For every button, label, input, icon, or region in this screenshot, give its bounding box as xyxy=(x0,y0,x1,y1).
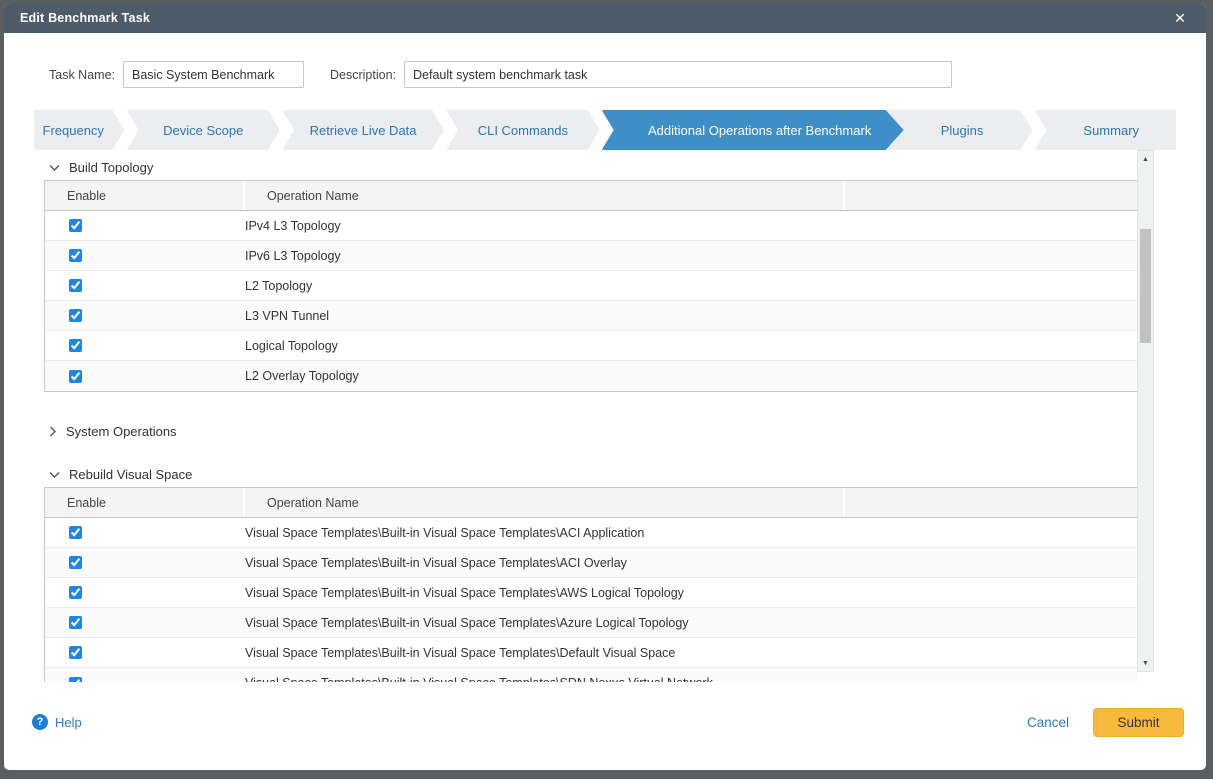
operations-scroll-area: Build Topology Enable Operation Name IPv… xyxy=(4,150,1137,682)
operation-name: IPv6 L3 Topology xyxy=(245,249,845,263)
chevron-down-icon xyxy=(49,471,60,479)
dialog-titlebar: Edit Benchmark Task ✕ xyxy=(4,3,1206,33)
submit-button[interactable]: Submit xyxy=(1093,708,1184,737)
operation-name: L2 Overlay Topology xyxy=(245,369,845,383)
cancel-button[interactable]: Cancel xyxy=(1027,715,1069,730)
enable-checkbox[interactable] xyxy=(69,309,82,322)
table-row: L2 Overlay Topology xyxy=(45,361,1137,391)
table-row: Visual Space Templates\Built-in Visual S… xyxy=(45,518,1137,548)
section-system-operations[interactable]: System Operations xyxy=(49,424,177,439)
enable-checkbox[interactable] xyxy=(69,646,82,659)
close-icon[interactable]: ✕ xyxy=(1170,8,1190,28)
enable-checkbox[interactable] xyxy=(69,586,82,599)
tab-summary[interactable]: Summary xyxy=(1046,110,1176,150)
chevron-separator-icon xyxy=(432,110,458,150)
tab-retrieve-live-data[interactable]: Retrieve Live Data xyxy=(294,110,432,150)
column-header-empty xyxy=(845,488,1137,517)
help-label: Help xyxy=(55,715,82,730)
operation-name: Visual Space Templates\Built-in Visual S… xyxy=(245,616,845,630)
chevron-separator-icon xyxy=(112,110,138,150)
scrollbar-down-arrow-icon[interactable]: ▼ xyxy=(1138,655,1153,671)
task-form-row: Task Name: Description: xyxy=(49,61,1176,88)
table-row: L3 VPN Tunnel xyxy=(45,301,1137,331)
tab-frequency[interactable]: Frequency xyxy=(34,110,112,150)
table-row: IPv6 L3 Topology xyxy=(45,241,1137,271)
chevron-separator-icon xyxy=(268,110,294,150)
tab-cli-commands[interactable]: CLI Commands xyxy=(458,110,588,150)
table-row: Visual Space Templates\Built-in Visual S… xyxy=(45,548,1137,578)
chevron-right-icon xyxy=(49,426,57,437)
enable-checkbox[interactable] xyxy=(69,339,82,352)
edit-benchmark-task-dialog: Edit Benchmark Task ✕ Task Name: Descrip… xyxy=(4,3,1206,770)
table-row: L2 Topology xyxy=(45,271,1137,301)
tab-device-scope[interactable]: Device Scope xyxy=(138,110,268,150)
column-header-operation-name: Operation Name xyxy=(245,181,845,210)
table-row: Logical Topology xyxy=(45,331,1137,361)
table-row-partially-visible: Visual Space Templates\Built-in Visual S… xyxy=(45,668,1137,682)
tab-additional-operations-active[interactable]: Additional Operations after Benchmark xyxy=(602,110,904,150)
enable-checkbox[interactable] xyxy=(69,526,82,539)
column-header-enable: Enable xyxy=(45,181,245,210)
operation-name: Logical Topology xyxy=(245,339,845,353)
enable-checkbox[interactable] xyxy=(69,370,82,383)
enable-checkbox[interactable] xyxy=(69,279,82,292)
help-icon: ? xyxy=(32,714,48,730)
operation-name: L3 VPN Tunnel xyxy=(245,309,845,323)
enable-checkbox[interactable] xyxy=(69,556,82,569)
build-topology-table: Enable Operation Name IPv4 L3 Topology I… xyxy=(44,180,1137,392)
operation-name: L2 Topology xyxy=(245,279,845,293)
table-row: Visual Space Templates\Built-in Visual S… xyxy=(45,578,1137,608)
column-header-empty xyxy=(845,181,1137,210)
task-name-label: Task Name: xyxy=(49,68,115,82)
task-name-input[interactable] xyxy=(123,61,304,88)
operation-name: Visual Space Templates\Built-in Visual S… xyxy=(245,676,845,682)
operation-name: Visual Space Templates\Built-in Visual S… xyxy=(245,556,845,570)
table-row: Visual Space Templates\Built-in Visual S… xyxy=(45,638,1137,668)
enable-checkbox[interactable] xyxy=(69,677,82,683)
table-header-row: Enable Operation Name xyxy=(45,488,1137,518)
section-build-topology[interactable]: Build Topology xyxy=(49,160,153,175)
section-rebuild-visual-space[interactable]: Rebuild Visual Space xyxy=(49,467,192,482)
table-header-row: Enable Operation Name xyxy=(45,181,1137,211)
enable-checkbox[interactable] xyxy=(69,219,82,232)
tab-plugins[interactable]: Plugins xyxy=(904,110,1021,150)
column-header-enable: Enable xyxy=(45,488,245,517)
table-row: IPv4 L3 Topology xyxy=(45,211,1137,241)
description-label: Description: xyxy=(330,68,396,82)
operation-name: Visual Space Templates\Built-in Visual S… xyxy=(245,586,845,600)
content-area: Build Topology Enable Operation Name IPv… xyxy=(4,150,1206,682)
enable-checkbox[interactable] xyxy=(69,249,82,262)
chevron-separator-icon xyxy=(1020,110,1046,150)
chevron-down-icon xyxy=(49,164,60,172)
operation-name: Visual Space Templates\Built-in Visual S… xyxy=(245,646,845,660)
help-link[interactable]: ? Help xyxy=(32,714,82,730)
dialog-title: Edit Benchmark Task xyxy=(20,11,150,25)
scrollbar-thumb[interactable] xyxy=(1140,229,1151,343)
operation-name: IPv4 L3 Topology xyxy=(245,219,845,233)
scrollbar-up-arrow-icon[interactable]: ▲ xyxy=(1138,151,1153,167)
column-header-operation-name: Operation Name xyxy=(245,488,845,517)
dialog-footer: ? Help Cancel Submit xyxy=(4,682,1206,770)
rebuild-visual-space-table: Enable Operation Name Visual Space Templ… xyxy=(44,487,1137,682)
vertical-scrollbar[interactable]: ▲ ▼ xyxy=(1137,150,1154,672)
enable-checkbox[interactable] xyxy=(69,616,82,629)
wizard-tabbar: Frequency Device Scope Retrieve Live Dat… xyxy=(34,110,1176,150)
description-input[interactable] xyxy=(404,61,952,88)
table-row: Visual Space Templates\Built-in Visual S… xyxy=(45,608,1137,638)
operation-name: Visual Space Templates\Built-in Visual S… xyxy=(245,526,845,540)
